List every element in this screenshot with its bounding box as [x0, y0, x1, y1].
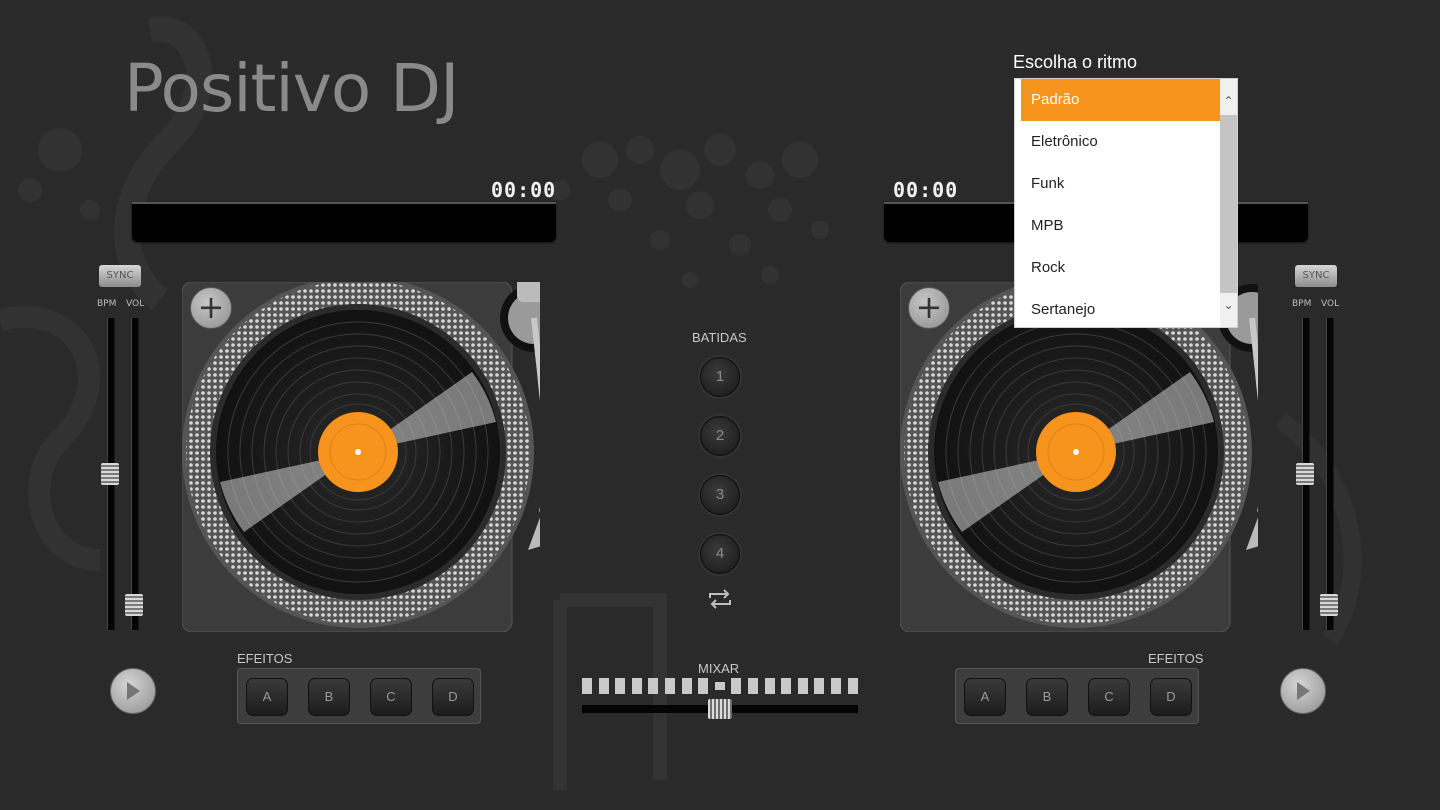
crossfader-tick: [582, 678, 592, 694]
left-deck-time: 00:00: [491, 178, 557, 202]
crossfader-tick: [781, 678, 792, 694]
right-add-track-button[interactable]: +: [908, 287, 950, 329]
rhythm-option-rock[interactable]: Rock: [1021, 247, 1221, 289]
rhythm-option-funk[interactable]: Funk: [1021, 163, 1221, 205]
left-effects-label: EFEITOS: [237, 651, 293, 666]
beat-1-button[interactable]: 1: [700, 357, 740, 397]
left-effect-c-button[interactable]: C: [370, 678, 412, 716]
right-deck-time: 00:00: [893, 178, 959, 202]
mixer-label: MIXAR: [698, 661, 740, 676]
right-effect-a-button[interactable]: A: [964, 678, 1006, 716]
left-effect-b-button[interactable]: B: [308, 678, 350, 716]
left-effect-d-button[interactable]: D: [432, 678, 474, 716]
play-icon: [127, 682, 140, 700]
crossfader-tick: [648, 678, 659, 694]
rhythm-option-padrao[interactable]: Padrão: [1021, 79, 1221, 121]
crossfader-tick: [797, 678, 808, 694]
beats-label: BATIDAS: [692, 330, 747, 345]
crossfader-tick: [748, 678, 758, 694]
rhythm-option-mpb[interactable]: MPB: [1021, 205, 1221, 247]
plus-icon: +: [197, 288, 225, 326]
crossfader-tick: [681, 678, 692, 694]
right-play-button[interactable]: [1280, 668, 1326, 714]
scroll-down-icon[interactable]: ⌄: [1221, 297, 1236, 313]
plus-icon: +: [915, 288, 943, 326]
left-bpm-fader-knob[interactable]: [101, 463, 119, 485]
left-deck-display: [132, 202, 556, 242]
play-icon: [1297, 682, 1310, 700]
scroll-up-icon[interactable]: ⌃: [1221, 93, 1236, 109]
crossfader-tick: [814, 678, 825, 694]
crossfader-scale: [582, 678, 858, 694]
right-effects-label: EFEITOS: [1148, 651, 1204, 666]
left-vol-fader-knob[interactable]: [125, 593, 143, 616]
crossfader-tick: [598, 678, 609, 694]
right-turntable[interactable]: [900, 282, 1258, 632]
right-vol-label: VOL: [1321, 299, 1340, 309]
rhythm-option-eletronico[interactable]: Eletrônico: [1021, 121, 1221, 163]
left-effect-a-button[interactable]: A: [246, 678, 288, 716]
beat-3-button[interactable]: 3: [700, 475, 740, 515]
left-vol-label: VOL: [126, 299, 145, 309]
left-sync-button[interactable]: SYNC: [99, 265, 141, 287]
rhythm-option-sertanejo[interactable]: Sertanejo: [1021, 289, 1221, 331]
crossfader-tick: [665, 678, 675, 694]
rhythm-dropdown-list[interactable]: Padrão Eletrônico Funk MPB Rock Sertanej…: [1014, 78, 1238, 328]
crossfader-tick: [831, 678, 841, 694]
beat-2-button[interactable]: 2: [700, 416, 740, 456]
right-bpm-fader-knob[interactable]: [1296, 463, 1314, 485]
left-turntable[interactable]: [182, 282, 540, 632]
left-add-track-button[interactable]: +: [190, 287, 232, 329]
crossfader-tick: [764, 678, 775, 694]
right-effects-panel: A B C D: [955, 668, 1199, 724]
rhythm-scroll-thumb[interactable]: [1220, 115, 1237, 293]
left-vol-fader-track[interactable]: [131, 318, 139, 630]
right-bpm-label: BPM: [1292, 299, 1312, 309]
crossfader-tick: [714, 682, 725, 690]
right-vol-fader-track[interactable]: [1326, 318, 1334, 630]
left-play-button[interactable]: [110, 668, 156, 714]
crossfader-tick: [847, 678, 858, 694]
right-sync-button[interactable]: SYNC: [1295, 265, 1337, 287]
repeat-icon[interactable]: [706, 588, 734, 610]
right-effect-c-button[interactable]: C: [1088, 678, 1130, 716]
crossfader-knob[interactable]: [708, 699, 732, 719]
crossfader-tick: [731, 678, 742, 694]
right-effect-d-button[interactable]: D: [1150, 678, 1192, 716]
rhythm-label: Escolha o ritmo: [1013, 52, 1138, 72]
crossfader-tick: [631, 678, 642, 694]
right-effect-b-button[interactable]: B: [1026, 678, 1068, 716]
crossfader-tick: [615, 678, 626, 694]
left-bpm-label: BPM: [97, 299, 117, 309]
rhythm-scrollbar[interactable]: ⌃ ⌄: [1220, 79, 1237, 327]
left-effects-panel: A B C D: [237, 668, 481, 724]
beat-4-button[interactable]: 4: [700, 534, 740, 574]
app-title: Positivo DJ: [124, 50, 459, 127]
right-vol-fader-knob[interactable]: [1320, 593, 1338, 616]
crossfader-tick: [698, 678, 709, 694]
